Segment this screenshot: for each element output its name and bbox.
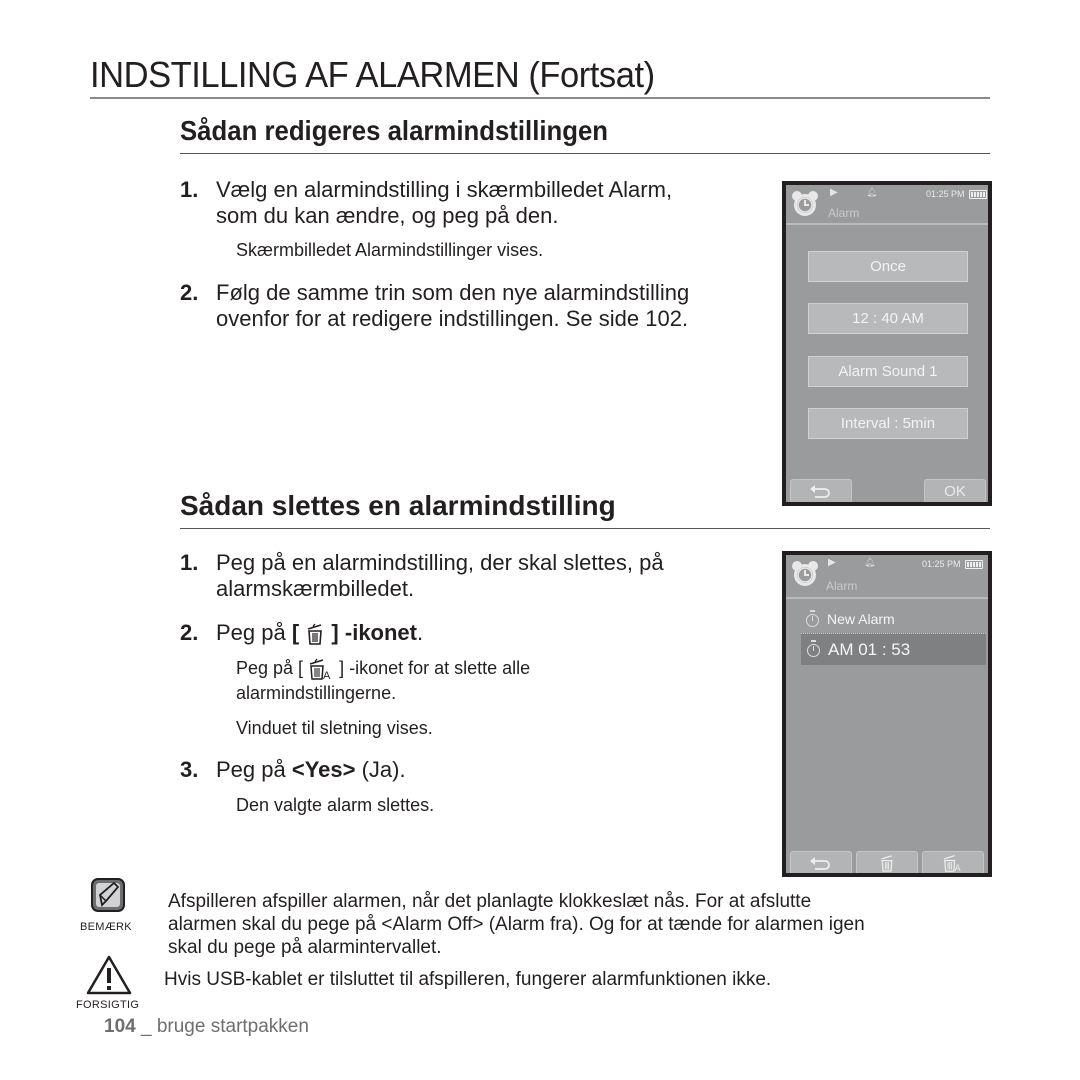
step-text-cont: alarmskærmbilledet. <box>216 576 415 601</box>
list-item-label: New Alarm <box>827 611 895 627</box>
screen-label: Alarm <box>826 579 858 593</box>
play-icon: ▶ <box>828 557 836 568</box>
step-text: Følg de samme trin som den nye alarminds… <box>216 280 690 305</box>
play-icon: ▶ <box>830 187 838 198</box>
stopwatch-icon <box>807 640 820 658</box>
caution-label: FORSIGTIG <box>76 999 140 1011</box>
svg-text:A: A <box>323 670 331 680</box>
step-number: 2. <box>180 280 199 305</box>
svg-text:A: A <box>955 863 961 872</box>
section-edit-title: Sådan redigeres alarmindstillingen <box>180 115 609 146</box>
status-header: ▶ 🔔︎ 01:25 PM Alarm <box>786 555 988 593</box>
note-line: skal du pege på alarmintervallet. <box>168 937 442 958</box>
trash-all-icon: A <box>309 658 331 680</box>
interval-option-button[interactable]: Interval : 5min <box>808 408 968 439</box>
back-button[interactable] <box>790 851 852 873</box>
edit-step-1-result: Skærmbilledet Alarmindstillinger vises. <box>236 240 544 260</box>
step-text: Peg på en alarmindstilling, der skal sle… <box>216 550 664 575</box>
status-time: 01:25 PM <box>922 559 961 569</box>
delete-step-1: 1. Peg på en alarmindstilling, der skal s… <box>180 550 664 602</box>
step-number: 1. <box>180 177 199 202</box>
delete-step-3-result: Den valgte alarm slettes. <box>236 795 435 815</box>
device-screen-alarm-settings: ▶ 🔔︎ 01:25 PM Alarm Once 12 : 40 AM Alar… <box>782 181 992 506</box>
note-line: alarmen skal du pege på <Alarm Off> (Ala… <box>168 914 865 935</box>
delete-all-button[interactable]: A <box>922 851 984 873</box>
step-text-cont: ovenfor for at redigere indstillingen. S… <box>216 306 689 331</box>
note-text: Afspilleren afspiller alarmen, når det p… <box>168 890 998 959</box>
trash-icon <box>308 623 323 645</box>
battery-icon <box>969 190 987 199</box>
sound-option-button[interactable]: Alarm Sound 1 <box>808 356 968 387</box>
section-delete-divider <box>180 528 990 529</box>
alarm-clock-icon <box>792 191 818 216</box>
title-divider <box>90 97 990 99</box>
detail-text: ] -ikonet for at slette alle <box>339 658 531 678</box>
caution-text: Hvis USB-kablet er tilsluttet til afspil… <box>164 969 772 990</box>
trash-icon <box>881 855 893 872</box>
step-text-bold: <Yes> <box>291 757 356 782</box>
battery-icon <box>965 560 983 569</box>
step-text: Peg på <box>216 757 292 782</box>
delete-step-2-detail: Peg på [ A ] -ikonet for at slette alle <box>236 656 530 681</box>
trash-all-icon: A <box>943 855 961 873</box>
note-label: BEMÆRK <box>80 921 132 933</box>
status-time: 01:25 PM <box>926 189 965 199</box>
delete-step-3: 3. Peg på <Yes> (Ja). <box>180 757 406 783</box>
step-number: 2. <box>180 620 199 645</box>
footer-separator: _ <box>140 1016 152 1037</box>
section-edit-divider <box>180 153 990 154</box>
step-text-suffix: . <box>417 620 424 645</box>
section-delete-title: Sådan slettes en alarmindstilling <box>180 490 616 521</box>
footer-text: bruge startpakken <box>156 1016 309 1037</box>
note-line: Afspilleren afspiller alarmen, når det p… <box>168 891 812 912</box>
repeat-option-button[interactable]: Once <box>808 251 968 282</box>
step-number: 1. <box>180 550 199 575</box>
back-arrow-icon <box>810 857 830 870</box>
step-text-cont: som du kan ændre, og peg på den. <box>216 203 559 228</box>
list-item-new-alarm[interactable]: New Alarm <box>806 607 976 631</box>
bracket: [ <box>291 620 300 645</box>
bracket: ] <box>331 620 339 645</box>
list-item-alarm[interactable]: AM 01 : 53 <box>801 633 986 665</box>
caution-warning-icon <box>86 955 132 995</box>
step-text: Peg på <box>216 620 292 645</box>
edit-step-1: 1. Vælg en alarmindstilling i skærmbilled… <box>180 177 672 229</box>
detail-text: Peg på [ <box>236 658 304 678</box>
delete-step-2: 2. Peg på [ ] -ikonet. <box>180 620 423 646</box>
device-screen-alarm-list: ▶ 🔔︎ 01:25 PM Alarm New Alarm AM 01 : 53… <box>782 551 992 877</box>
header-divider <box>786 223 988 225</box>
status-header: ▶ 🔔︎ 01:25 PM Alarm <box>786 185 988 223</box>
alarm-clock-icon <box>792 561 818 586</box>
step-text-suffix: (Ja). <box>355 757 406 782</box>
ok-button[interactable]: OK <box>924 479 986 502</box>
back-arrow-icon <box>810 485 830 498</box>
page-number: 104 <box>104 1016 136 1037</box>
stopwatch-icon <box>806 609 819 627</box>
bell-icon: 🔔︎ <box>866 187 878 197</box>
edit-step-2: 2. Følg de samme trin som den nye alarmin… <box>180 280 689 332</box>
back-button[interactable] <box>790 479 852 502</box>
bell-icon: 🔔︎ <box>864 557 876 567</box>
page-footer: 104 _ bruge startpakken <box>104 1016 309 1038</box>
page-title: INDSTILLING AF ALARMEN (Fortsat) <box>90 54 655 95</box>
step-number: 3. <box>180 757 199 782</box>
delete-step-2-detail-cont: alarmindstillingerne. <box>236 683 397 703</box>
header-divider <box>786 597 988 599</box>
screen-label: Alarm <box>828 206 860 220</box>
delete-button[interactable] <box>856 851 918 873</box>
step-text-bold: -ikonet <box>344 620 417 645</box>
delete-step-2-result: Vinduet til sletning vises. <box>236 718 433 738</box>
time-option-button[interactable]: 12 : 40 AM <box>808 303 968 334</box>
step-text: Vælg en alarmindstilling i skærmbilledet… <box>216 177 673 202</box>
list-item-label: AM 01 : 53 <box>828 640 911 659</box>
note-pencil-icon <box>91 878 125 912</box>
